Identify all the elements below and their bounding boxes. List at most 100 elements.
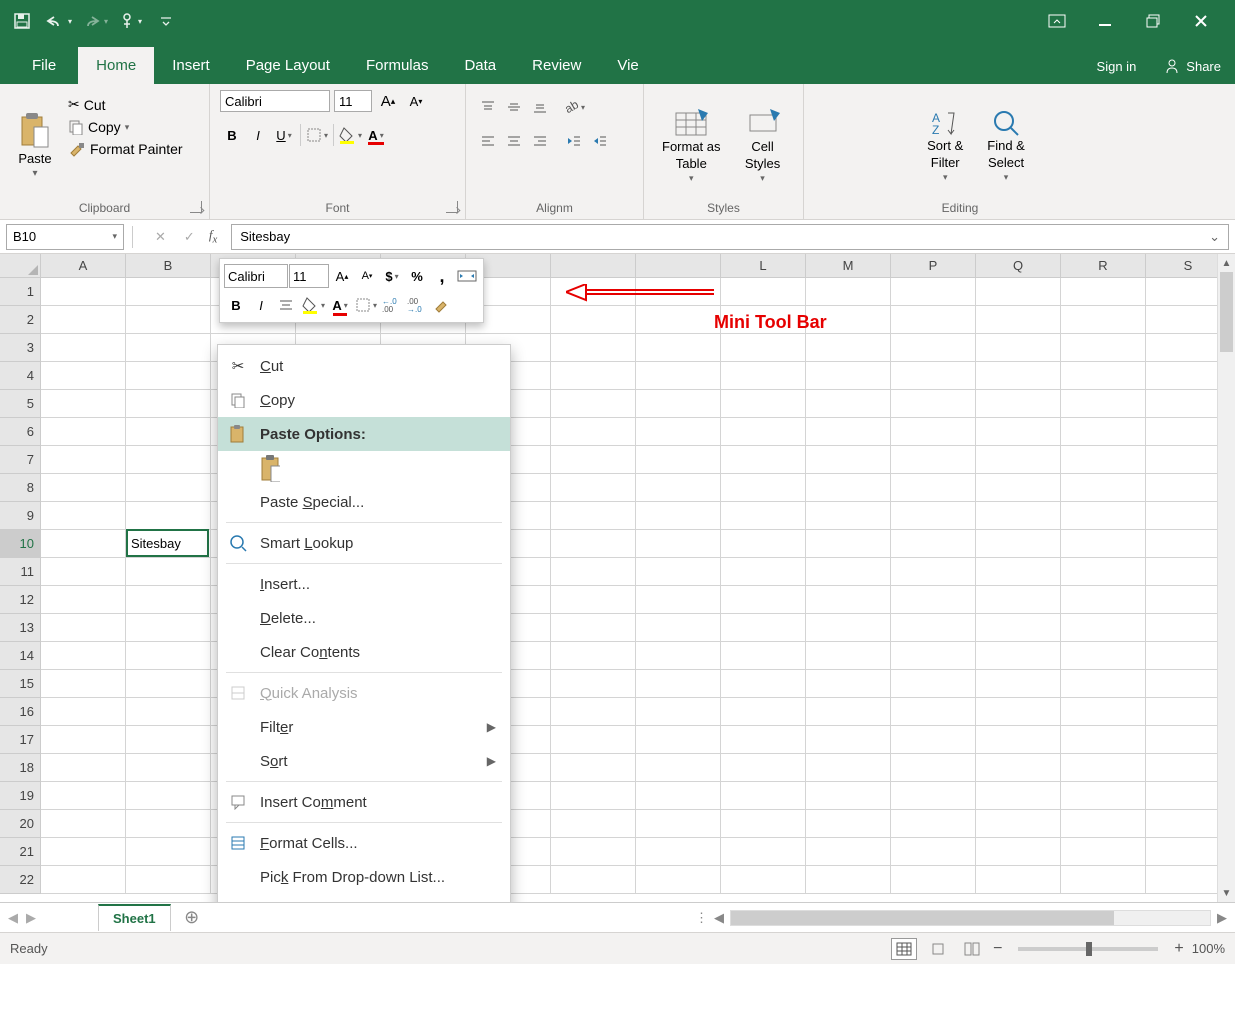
paste-button[interactable]: Paste▾ [10, 90, 60, 201]
ctx-paste-special[interactable]: Paste Special... [218, 485, 510, 519]
cell[interactable] [721, 754, 806, 782]
cell[interactable] [551, 390, 636, 418]
row-header[interactable]: 7 [0, 446, 41, 474]
cell[interactable] [891, 838, 976, 866]
cell[interactable] [806, 446, 891, 474]
row-header[interactable]: 15 [0, 670, 41, 698]
zoom-slider[interactable] [1018, 947, 1158, 951]
cell[interactable] [636, 838, 721, 866]
row-header[interactable]: 5 [0, 390, 41, 418]
increase-font-icon[interactable]: A▴ [376, 90, 400, 112]
cell[interactable] [636, 446, 721, 474]
cell[interactable] [551, 502, 636, 530]
sort-filter-button[interactable]: AZ Sort & Filter▾ [919, 90, 971, 201]
cell[interactable] [976, 418, 1061, 446]
row-header[interactable]: 18 [0, 754, 41, 782]
cell[interactable] [891, 390, 976, 418]
cell[interactable] [891, 446, 976, 474]
decrease-indent-icon[interactable] [562, 130, 586, 152]
mini-align-center-icon[interactable] [274, 292, 298, 318]
mini-format-painter-icon[interactable] [430, 292, 454, 318]
ctx-clear[interactable]: Clear Contents [218, 635, 510, 669]
ctx-insert[interactable]: Insert... [218, 567, 510, 601]
next-sheet-icon[interactable]: ▶ [26, 910, 36, 926]
cell[interactable] [1061, 306, 1146, 334]
cell[interactable] [551, 586, 636, 614]
share-button[interactable]: Share [1150, 48, 1235, 84]
cell[interactable] [721, 726, 806, 754]
mini-size-combo[interactable] [289, 264, 329, 288]
cell[interactable] [41, 614, 126, 642]
formula-bar[interactable]: Sitesbay⌄ [231, 224, 1229, 250]
ctx-sort[interactable]: Sort▶ [218, 744, 510, 778]
cell[interactable] [636, 866, 721, 894]
cell[interactable] [41, 474, 126, 502]
column-header[interactable]: M [806, 254, 891, 278]
cell[interactable] [891, 362, 976, 390]
tab-formulas[interactable]: Formulas [348, 47, 447, 84]
cell[interactable] [636, 810, 721, 838]
find-select-button[interactable]: Find & Select▾ [979, 90, 1033, 201]
borders-button[interactable] [305, 124, 329, 146]
cell[interactable] [551, 782, 636, 810]
cell[interactable] [891, 614, 976, 642]
cell[interactable] [721, 614, 806, 642]
mini-decrease-decimal-icon[interactable]: .00→.0 [405, 292, 429, 318]
cell[interactable] [551, 754, 636, 782]
cell[interactable] [721, 838, 806, 866]
row-header[interactable]: 9 [0, 502, 41, 530]
touch-mouse-icon[interactable]: ▾ [116, 7, 144, 35]
cell[interactable] [976, 642, 1061, 670]
column-header[interactable]: L [721, 254, 806, 278]
row-header[interactable]: 3 [0, 334, 41, 362]
cell[interactable] [1061, 866, 1146, 894]
cell[interactable] [1061, 614, 1146, 642]
prev-sheet-icon[interactable]: ◀ [8, 910, 18, 926]
row-header[interactable]: 22 [0, 866, 41, 894]
cell[interactable] [976, 782, 1061, 810]
cell[interactable] [806, 362, 891, 390]
align-middle-icon[interactable] [502, 96, 526, 118]
cell[interactable] [721, 446, 806, 474]
cell[interactable] [551, 838, 636, 866]
cell[interactable] [891, 810, 976, 838]
cell[interactable] [636, 754, 721, 782]
cell[interactable] [1061, 586, 1146, 614]
cell[interactable] [721, 278, 806, 306]
cell[interactable] [1061, 558, 1146, 586]
v-scroll-thumb[interactable] [1220, 272, 1233, 352]
cell[interactable] [721, 502, 806, 530]
cell[interactable] [806, 278, 891, 306]
cell[interactable] [636, 418, 721, 446]
cell[interactable] [126, 642, 211, 670]
cell[interactable] [636, 614, 721, 642]
undo-icon[interactable]: ▾ [44, 7, 72, 35]
row-header[interactable]: 2 [0, 306, 41, 334]
cell[interactable] [891, 278, 976, 306]
scroll-right-icon[interactable]: ▶ [1217, 910, 1227, 926]
tab-page-layout[interactable]: Page Layout [228, 47, 348, 84]
cell[interactable] [721, 642, 806, 670]
cell[interactable] [1061, 278, 1146, 306]
cell[interactable] [721, 670, 806, 698]
mini-decrease-font-icon[interactable]: A▾ [355, 263, 379, 289]
ctx-paste-default[interactable] [218, 451, 510, 485]
cell[interactable] [1061, 474, 1146, 502]
cell[interactable] [126, 754, 211, 782]
column-header[interactable]: A [41, 254, 126, 278]
cell[interactable] [806, 782, 891, 810]
cell[interactable] [1061, 642, 1146, 670]
cell[interactable] [976, 390, 1061, 418]
mini-comma-icon[interactable]: , [430, 263, 454, 289]
cell[interactable] [976, 558, 1061, 586]
add-sheet-icon[interactable]: ⊕ [179, 905, 205, 931]
cell[interactable] [1061, 502, 1146, 530]
cell[interactable] [551, 362, 636, 390]
cell[interactable] [976, 278, 1061, 306]
cell[interactable] [1061, 670, 1146, 698]
cell[interactable] [41, 754, 126, 782]
cell[interactable] [806, 334, 891, 362]
fx-icon[interactable]: fx [209, 227, 217, 246]
cell[interactable] [551, 810, 636, 838]
cell[interactable] [636, 726, 721, 754]
